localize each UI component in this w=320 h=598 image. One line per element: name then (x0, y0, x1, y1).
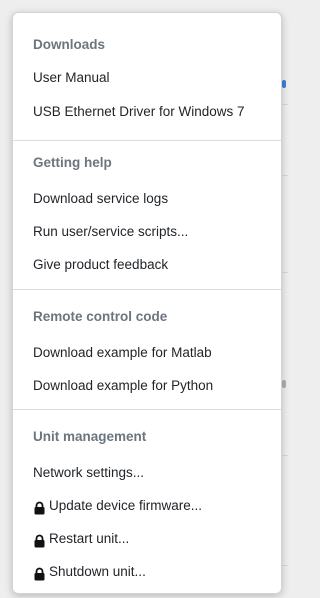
menu-item-example-python[interactable]: Download example for Python (33, 373, 273, 399)
menu-item-download-service-logs[interactable]: Download service logs (33, 186, 273, 212)
menu-item-update-firmware[interactable]: Update device firmware... (33, 493, 273, 519)
background-accent (282, 80, 286, 88)
menu-item-label: USB Ethernet Driver for Windows 7 (33, 104, 245, 119)
section-header-unit-management: Unit management (33, 429, 147, 444)
menu-item-network-settings[interactable]: Network settings... (33, 460, 273, 486)
menu-item-label: Download example for Matlab (33, 345, 212, 360)
menu-divider (13, 409, 281, 410)
menu-item-restart-unit[interactable]: Restart unit... (33, 526, 273, 552)
menu-item-label: Download example for Python (33, 378, 214, 393)
menu-divider (13, 140, 281, 141)
menu-item-label: Shutdown unit... (49, 564, 146, 579)
menu-item-label: Download service logs (33, 191, 169, 206)
menu-divider (13, 289, 281, 290)
menu-item-example-matlab[interactable]: Download example for Matlab (33, 340, 273, 366)
menu-item-usb-ethernet-driver[interactable]: USB Ethernet Driver for Windows 7 (33, 99, 273, 125)
lock-icon (33, 531, 46, 548)
menu-item-run-scripts[interactable]: Run user/service scripts... (33, 219, 273, 245)
menu-item-label: Give product feedback (33, 257, 169, 272)
menu-item-give-feedback[interactable]: Give product feedback (33, 252, 273, 278)
menu-item-label: Network settings... (33, 465, 145, 480)
background-accent (282, 380, 286, 388)
menu-item-shutdown-unit[interactable]: Shutdown unit... (33, 559, 273, 585)
section-header-getting-help: Getting help (33, 155, 112, 170)
section-header-downloads: Downloads (33, 37, 106, 52)
lock-icon (33, 498, 46, 515)
menu-item-label: Run user/service scripts... (33, 224, 189, 239)
lock-icon (33, 564, 46, 581)
dropdown-menu: Downloads User Manual USB Ethernet Drive… (12, 12, 282, 594)
menu-item-label: Update device firmware... (49, 498, 203, 513)
menu-item-label: User Manual (33, 70, 110, 85)
menu-item-label: Restart unit... (49, 531, 130, 546)
section-header-remote-control-code: Remote control code (33, 309, 168, 324)
menu-item-user-manual[interactable]: User Manual (33, 65, 273, 91)
